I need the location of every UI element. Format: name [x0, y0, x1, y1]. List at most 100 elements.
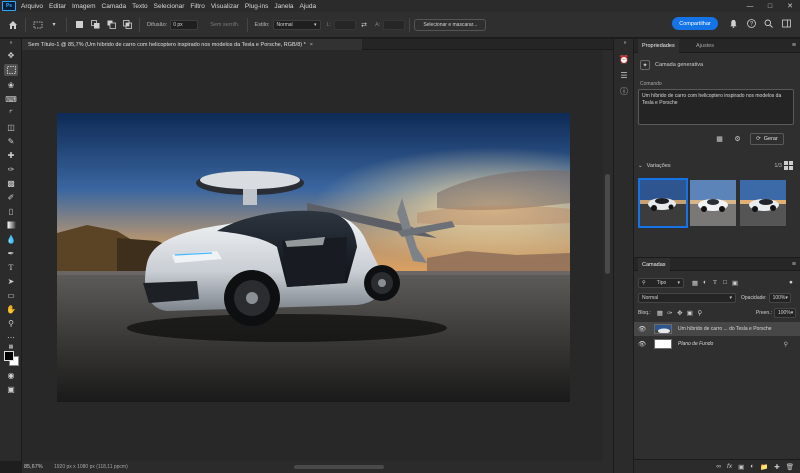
- stamp-tool-icon[interactable]: ▩: [4, 177, 18, 189]
- close-icon[interactable]: ✕: [780, 0, 800, 12]
- scroll-thumb[interactable]: [294, 465, 384, 469]
- tab-layers[interactable]: Camadas: [638, 258, 670, 272]
- add-selection-icon[interactable]: [88, 18, 102, 32]
- rectangle-tool-icon[interactable]: ▭: [4, 289, 18, 301]
- document-tab[interactable]: Sem Título-1 @ 85,7% (Um híbrido de carr…: [22, 39, 362, 50]
- grid-view-icon[interactable]: [784, 161, 793, 170]
- subtract-selection-icon[interactable]: [104, 18, 118, 32]
- lock-all-icon[interactable]: ⚲: [695, 308, 705, 318]
- menu-image[interactable]: Imagem: [69, 3, 98, 10]
- lasso-tool-icon[interactable]: ❀: [4, 79, 18, 91]
- crop-tool-icon[interactable]: ⌜: [4, 107, 18, 119]
- menu-select[interactable]: Selecionar: [151, 3, 188, 10]
- marquee-tool-icon[interactable]: [31, 18, 45, 32]
- delete-layer-icon[interactable]: 🗑: [786, 463, 794, 471]
- menu-filter[interactable]: Filtro: [187, 3, 207, 10]
- new-layer-icon[interactable]: ✚: [774, 463, 779, 471]
- layer-mask-icon[interactable]: ▣: [738, 463, 744, 471]
- variation-thumbnail[interactable]: [740, 180, 786, 226]
- panel-menu-icon[interactable]: ≡: [792, 42, 796, 49]
- healing-brush-icon[interactable]: ✚: [4, 149, 18, 161]
- new-group-icon[interactable]: 📁: [760, 463, 768, 471]
- eyedropper-icon[interactable]: ✎: [4, 135, 18, 147]
- move-tool-icon[interactable]: ✥: [4, 49, 18, 61]
- swap-icon[interactable]: ⇄: [357, 18, 371, 32]
- chevron-down-icon[interactable]: ⌄: [638, 163, 643, 169]
- foreground-color-swatch[interactable]: [4, 351, 14, 361]
- history-brush-icon[interactable]: ✐: [4, 191, 18, 203]
- style-select[interactable]: Normal ▾: [272, 19, 321, 30]
- workspace-icon[interactable]: [780, 17, 793, 30]
- variation-thumbnail[interactable]: [690, 180, 736, 226]
- collapse-panels-icon[interactable]: «: [618, 40, 632, 46]
- layer-effects-icon[interactable]: fx: [727, 463, 732, 470]
- maximize-icon[interactable]: □: [760, 0, 780, 12]
- share-button[interactable]: Compartilhar: [672, 17, 718, 30]
- close-tab-icon[interactable]: ×: [310, 42, 313, 48]
- settings-icon[interactable]: ⚙: [732, 133, 743, 144]
- filter-type-icon[interactable]: T: [710, 278, 720, 288]
- zoom-level[interactable]: 85,67%: [0, 464, 43, 470]
- menu-file[interactable]: Arquivo: [18, 3, 46, 10]
- collapse-toolbar-icon[interactable]: »: [4, 40, 18, 46]
- type-tool-icon[interactable]: T: [4, 261, 18, 273]
- feather-input[interactable]: 0 px: [170, 19, 199, 30]
- search-icon[interactable]: [762, 17, 775, 30]
- home-icon[interactable]: [6, 18, 20, 32]
- chevron-down-icon[interactable]: ▾: [47, 18, 61, 32]
- pen-tool-icon[interactable]: ✒: [4, 247, 18, 259]
- menu-type[interactable]: Texto: [129, 3, 151, 10]
- minimize-icon[interactable]: —: [740, 0, 760, 12]
- lock-position-icon[interactable]: ✥: [675, 308, 685, 318]
- filter-shape-icon[interactable]: □: [720, 278, 730, 288]
- help-icon[interactable]: ?: [745, 17, 758, 30]
- filter-adjustment-icon[interactable]: ◐: [700, 278, 710, 288]
- frame-tool-icon[interactable]: ◫: [4, 121, 18, 133]
- eraser-tool-icon[interactable]: ▯: [4, 205, 18, 217]
- lock-artboard-icon[interactable]: ▣: [685, 308, 695, 318]
- menu-help[interactable]: Ajuda: [297, 3, 320, 10]
- filter-toggle-icon[interactable]: ●: [786, 278, 796, 288]
- width-input[interactable]: [334, 19, 357, 30]
- more-tools-icon[interactable]: ⋯: [4, 331, 18, 343]
- hand-tool-icon[interactable]: ✋: [4, 303, 18, 315]
- tab-properties[interactable]: Propriedades: [638, 39, 679, 53]
- fill-input[interactable]: 100% ▾: [774, 307, 796, 318]
- vertical-scrollbar[interactable]: [603, 50, 613, 461]
- blur-tool-icon[interactable]: 💧: [4, 233, 18, 245]
- generate-button[interactable]: ⟳ Gerar: [750, 133, 784, 145]
- layer-row[interactable]: 👁 Plano de Fundo ⚲: [634, 337, 800, 351]
- prompt-field[interactable]: Um híbrido de carro com helicoptero insp…: [638, 89, 794, 125]
- default-colors-icon[interactable]: ▦: [4, 343, 18, 351]
- menu-view[interactable]: Visualizar: [208, 3, 242, 10]
- screen-mode-icon[interactable]: ▣: [4, 383, 18, 395]
- notifications-icon[interactable]: [727, 17, 740, 30]
- scroll-thumb[interactable]: [605, 174, 610, 274]
- height-input[interactable]: [383, 19, 406, 30]
- layer-row[interactable]: 👁 Um híbrido de carro ... do Tesla e Por…: [634, 322, 800, 336]
- new-selection-icon[interactable]: [72, 18, 86, 32]
- visibility-eye-icon[interactable]: 👁: [638, 340, 650, 348]
- properties-panel-icon[interactable]: ☰: [617, 69, 631, 81]
- select-and-mask-button[interactable]: Selecionar e mascarar...: [414, 18, 487, 31]
- visibility-eye-icon[interactable]: 👁: [638, 325, 650, 333]
- document-info[interactable]: 1920 px x 1080 px (118,11 ppcm): [54, 464, 128, 470]
- filter-smart-object-icon[interactable]: ▣: [730, 278, 740, 288]
- history-panel-icon[interactable]: ⏰: [617, 53, 631, 65]
- quick-mask-icon[interactable]: ◉: [4, 369, 18, 381]
- lock-transparent-icon[interactable]: ▦: [655, 308, 665, 318]
- marquee-tool-icon[interactable]: [4, 64, 18, 76]
- panel-menu-icon[interactable]: ≡: [792, 261, 796, 268]
- zoom-tool-icon[interactable]: ⚲: [4, 317, 18, 329]
- intersect-selection-icon[interactable]: [120, 18, 134, 32]
- document-canvas[interactable]: [57, 113, 570, 402]
- variation-thumbnail[interactable]: [638, 178, 688, 228]
- tab-adjustments[interactable]: Ajustes: [692, 39, 718, 53]
- lock-pixels-icon[interactable]: ✑: [665, 308, 675, 318]
- opacity-input[interactable]: 100% ▾: [768, 292, 791, 303]
- object-selection-icon[interactable]: ⌨: [4, 93, 18, 105]
- reference-image-icon[interactable]: ▦: [714, 133, 725, 144]
- info-panel-icon[interactable]: ⓘ: [617, 85, 631, 97]
- link-layers-icon[interactable]: ∞: [716, 463, 721, 470]
- gradient-tool-icon[interactable]: [4, 219, 18, 231]
